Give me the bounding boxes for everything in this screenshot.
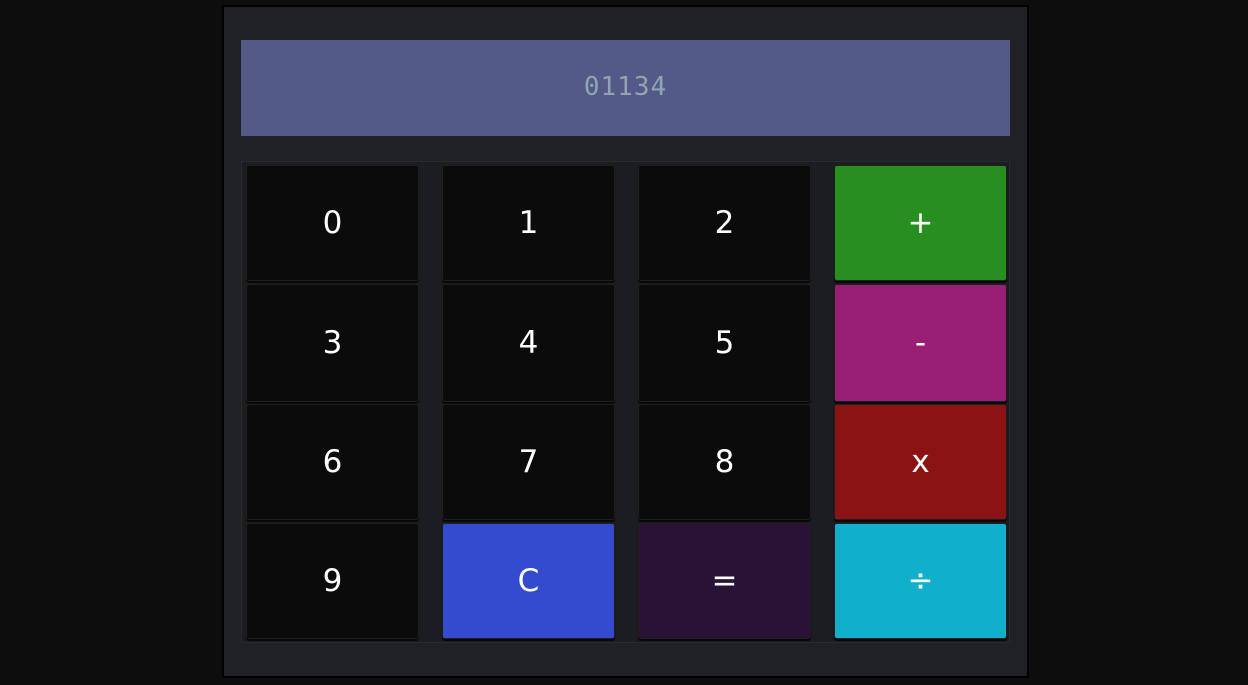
add-button[interactable]: + bbox=[834, 165, 1007, 281]
display-screen: 01134 bbox=[241, 40, 1010, 136]
digit-5-button[interactable]: 5 bbox=[638, 284, 811, 402]
digit-0-button[interactable]: 0 bbox=[246, 165, 419, 281]
equals-button[interactable]: = bbox=[638, 523, 811, 639]
divide-button[interactable]: ÷ bbox=[834, 523, 1007, 639]
digit-7-button[interactable]: 7 bbox=[442, 404, 615, 520]
display-value: 01134 bbox=[583, 72, 668, 102]
digit-1-button[interactable]: 1 bbox=[442, 165, 615, 281]
digit-6-button[interactable]: 6 bbox=[246, 404, 419, 520]
digit-8-button[interactable]: 8 bbox=[638, 404, 811, 520]
calculator: 01134 0 1 2 + 3 4 5 - 6 7 8 x 9 C = ÷ bbox=[222, 5, 1029, 678]
digit-4-button[interactable]: 4 bbox=[442, 284, 615, 402]
digit-2-button[interactable]: 2 bbox=[638, 165, 811, 281]
subtract-button[interactable]: - bbox=[834, 284, 1007, 402]
digit-9-button[interactable]: 9 bbox=[246, 523, 419, 639]
digit-3-button[interactable]: 3 bbox=[246, 284, 419, 402]
keypad: 0 1 2 + 3 4 5 - 6 7 8 x 9 C = ÷ bbox=[241, 161, 1010, 643]
multiply-button[interactable]: x bbox=[834, 404, 1007, 520]
clear-button[interactable]: C bbox=[442, 523, 615, 639]
